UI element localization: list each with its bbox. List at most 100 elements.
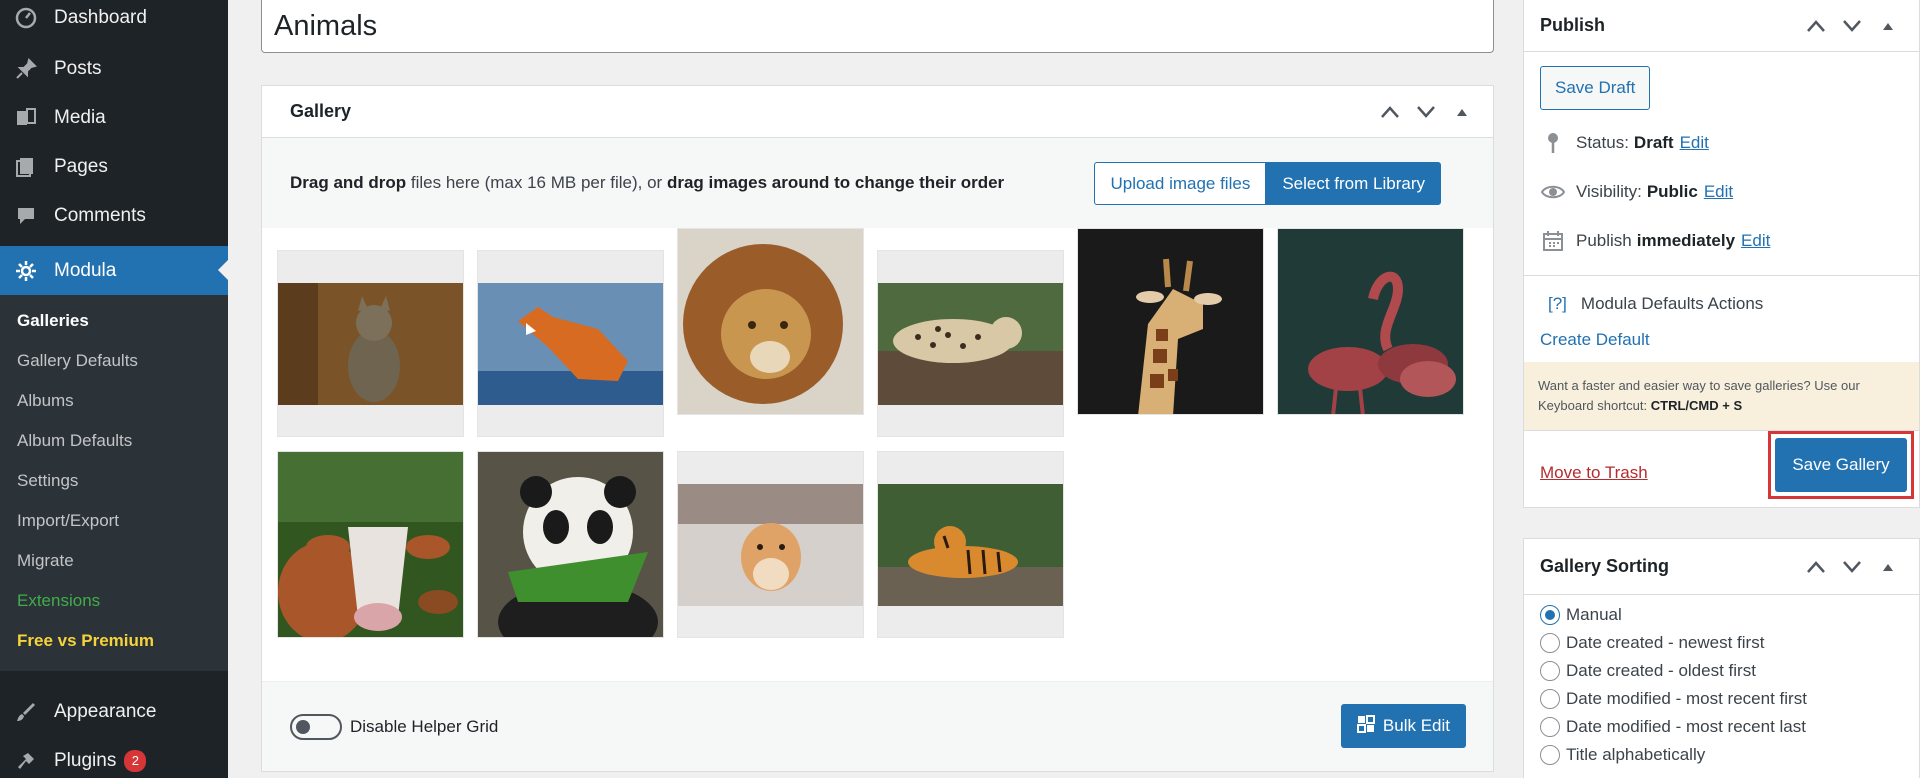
gallery-image-flamingos[interactable]	[1277, 228, 1464, 415]
save-gallery-button[interactable]: Save Gallery	[1775, 438, 1907, 492]
help-tooltip-icon[interactable]: [?]	[1548, 294, 1567, 314]
gallery-image-cow[interactable]	[277, 451, 464, 638]
submenu-free-vs-premium[interactable]: Free vs Premium	[0, 621, 228, 661]
menu-plugins-label: Plugins	[54, 749, 117, 771]
sort-option-label: Date created - oldest first	[1566, 661, 1756, 680]
collapse-icon[interactable]	[1873, 552, 1903, 582]
title-field-wrapper	[261, 0, 1494, 53]
sort-option-date-created-oldest[interactable]: Date created - oldest first	[1540, 657, 1903, 685]
gallery-handle-actions	[1375, 97, 1477, 127]
gallery-image-grid	[262, 228, 1493, 684]
sort-option-label: Date modified - most recent first	[1566, 689, 1807, 708]
menu-comments[interactable]: Comments	[0, 191, 228, 240]
edit-visibility-link[interactable]: Edit	[1704, 182, 1733, 202]
pin-icon	[12, 55, 40, 83]
submenu-albums[interactable]: Albums	[0, 381, 228, 421]
brush-icon	[12, 698, 40, 726]
radio[interactable]	[1540, 689, 1560, 709]
dashboard-icon	[12, 4, 40, 32]
menu-dashboard-label: Dashboard	[54, 7, 147, 28]
sort-option-date-modified-recent-last[interactable]: Date modified - most recent last	[1540, 713, 1903, 741]
radio[interactable]	[1540, 745, 1560, 765]
sort-option-label: Title alphabetically	[1566, 745, 1706, 764]
publishing-actions: Move to Trash Save Gallery	[1524, 430, 1919, 524]
gallery-image-lion[interactable]	[677, 228, 864, 415]
edit-status-link[interactable]: Edit	[1680, 133, 1709, 153]
upload-text-order: drag images around to change their order	[666, 173, 1005, 192]
upload-text-middle: files here (max 16 MB per file), or	[406, 173, 667, 192]
publish-date-value: immediately	[1636, 230, 1736, 250]
publish-date-row: Publish immediately Edit	[1540, 216, 1903, 265]
pin-icon	[1540, 132, 1566, 154]
move-down-icon[interactable]	[1411, 97, 1441, 127]
publish-title: Publish	[1540, 15, 1606, 35]
menu-media[interactable]: Media	[0, 93, 228, 142]
radio[interactable]	[1540, 717, 1560, 737]
sort-option-date-created-newest[interactable]: Date created - newest first	[1540, 629, 1903, 657]
submenu-extensions[interactable]: Extensions	[0, 581, 228, 621]
move-up-icon[interactable]	[1801, 11, 1831, 41]
eye-icon	[1540, 184, 1566, 200]
radio[interactable]	[1540, 661, 1560, 681]
move-down-icon[interactable]	[1837, 552, 1867, 582]
menu-posts[interactable]: Posts	[0, 44, 228, 93]
edit-publish-date-link[interactable]: Edit	[1741, 231, 1770, 251]
sorting-handle-actions	[1801, 552, 1903, 582]
move-up-icon[interactable]	[1801, 552, 1831, 582]
gallery-title: Gallery	[290, 101, 352, 121]
submenu-migrate[interactable]: Migrate	[0, 541, 228, 581]
radio[interactable]	[1540, 633, 1560, 653]
publish-header: Publish	[1524, 0, 1919, 52]
radio-selected[interactable]	[1540, 605, 1560, 625]
calendar-icon	[1540, 230, 1566, 252]
gallery-image-leopard[interactable]	[877, 250, 1064, 437]
publish-date-label: Publish	[1576, 230, 1632, 250]
modula-defaults-label: Modula Defaults Actions	[1580, 294, 1764, 313]
sort-option-title-alpha[interactable]: Title alphabetically	[1540, 741, 1903, 769]
gallery-image-cat[interactable]	[277, 250, 464, 437]
visibility-row: Visibility: Public Edit	[1540, 167, 1903, 216]
select-from-library-button[interactable]: Select from Library	[1266, 162, 1441, 205]
submenu-settings[interactable]: Settings	[0, 461, 228, 501]
media-icon	[12, 104, 40, 132]
menu-plugins[interactable]: Plugins 2	[0, 736, 228, 778]
collapse-icon[interactable]	[1447, 97, 1477, 127]
sort-option-date-modified-recent-first[interactable]: Date modified - most recent first	[1540, 685, 1903, 713]
menu-appearance[interactable]: Appearance	[0, 687, 228, 736]
gallery-image-hamster[interactable]	[677, 451, 864, 638]
menu-pages[interactable]: Pages	[0, 142, 228, 191]
gallery-image-panda[interactable]	[477, 451, 664, 638]
plugin-icon	[12, 747, 40, 775]
submenu-galleries[interactable]: Galleries	[0, 301, 228, 341]
upload-instructions: Drag and drop files here (max 16 MB per …	[290, 173, 1004, 193]
collapse-icon[interactable]	[1873, 11, 1903, 41]
helper-grid-toggle[interactable]	[290, 713, 342, 740]
modula-submenu: Galleries Gallery Defaults Albums Album …	[0, 295, 228, 671]
keyboard-shortcut-notice: Want a faster and easier way to save gal…	[1524, 362, 1919, 430]
submenu-album-defaults[interactable]: Album Defaults	[0, 421, 228, 461]
bulk-edit-button[interactable]: Bulk Edit	[1340, 704, 1466, 748]
submenu-gallery-defaults[interactable]: Gallery Defaults	[0, 341, 228, 381]
gallery-image-giraffe[interactable]	[1077, 228, 1264, 415]
upload-bar: Drag and drop files here (max 16 MB per …	[262, 138, 1493, 228]
gallery-title-input[interactable]	[262, 0, 1493, 52]
sorting-options: Manual Date created - newest first Date …	[1524, 595, 1919, 769]
upload-image-files-button[interactable]: Upload image files	[1094, 162, 1267, 205]
move-up-icon[interactable]	[1375, 97, 1405, 127]
create-default-link[interactable]: Create Default	[1540, 330, 1903, 350]
sort-option-label: Manual	[1566, 605, 1622, 624]
submenu-import-export[interactable]: Import/Export	[0, 501, 228, 541]
save-draft-button[interactable]: Save Draft	[1540, 66, 1651, 110]
modula-defaults-section: [?] Modula Defaults Actions Create Defau…	[1524, 275, 1919, 350]
menu-modula[interactable]: Modula	[0, 246, 228, 295]
move-to-trash-link[interactable]: Move to Trash	[1540, 463, 1648, 483]
plugins-update-badge: 2	[124, 749, 147, 772]
sort-option-manual[interactable]: Manual	[1540, 601, 1903, 629]
helper-grid-label: Disable Helper Grid	[350, 716, 499, 736]
move-down-icon[interactable]	[1837, 11, 1867, 41]
gallery-image-fox[interactable]	[477, 250, 664, 437]
menu-dashboard[interactable]: Dashboard	[0, 0, 228, 36]
save-gallery-highlight: Save Gallery	[1768, 431, 1914, 499]
sorting-title: Gallery Sorting	[1540, 556, 1670, 576]
gallery-image-tiger[interactable]	[877, 451, 1064, 638]
